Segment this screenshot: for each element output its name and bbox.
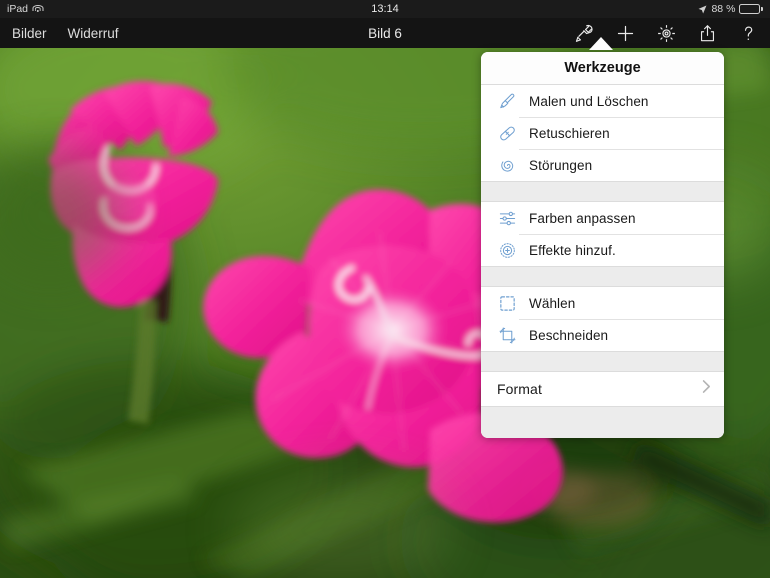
plus-icon bbox=[617, 25, 633, 41]
tools-popover: Werkzeuge Malen und Löschen Retuschieren… bbox=[481, 52, 724, 438]
marquee-select-icon bbox=[495, 291, 519, 315]
question-mark-icon bbox=[744, 26, 752, 40]
battery-percent-label: 88 % bbox=[711, 3, 736, 15]
battery-icon bbox=[739, 4, 763, 14]
settings-button[interactable] bbox=[652, 19, 680, 47]
menu-item-label: Retuschieren bbox=[529, 125, 610, 141]
status-bar-clock: 13:14 bbox=[371, 3, 399, 15]
popover-footer bbox=[481, 406, 724, 438]
popover-title: Werkzeuge bbox=[481, 52, 724, 84]
popover-group-format: Format bbox=[481, 372, 724, 406]
popover-group-selection: Wählen Beschneiden bbox=[481, 287, 724, 351]
status-bar: iPad 13:14 88 % bbox=[0, 0, 770, 18]
help-button[interactable] bbox=[734, 19, 762, 47]
menu-item-retouch[interactable]: Retuschieren bbox=[481, 117, 724, 149]
sliders-icon bbox=[495, 206, 519, 230]
menu-item-label: Wählen bbox=[529, 295, 576, 311]
share-button[interactable] bbox=[693, 19, 721, 47]
status-bar-right: 88 % bbox=[698, 3, 763, 15]
menu-item-distortions[interactable]: Störungen bbox=[481, 149, 724, 181]
menu-item-label: Beschneiden bbox=[529, 327, 609, 343]
menu-item-add-effects[interactable]: Effekte hinzuf. bbox=[481, 234, 724, 266]
menu-item-adjust-colors[interactable]: Farben anpassen bbox=[481, 202, 724, 234]
menu-item-crop[interactable]: Beschneiden bbox=[481, 319, 724, 351]
chevron-right-icon bbox=[702, 380, 711, 399]
popover-group-edit: Malen und Löschen Retuschieren Störungen bbox=[481, 85, 724, 181]
popover-group-adjust: Farben anpassen Effekte hinzuf. bbox=[481, 202, 724, 266]
share-icon bbox=[700, 24, 714, 41]
menu-item-label: Störungen bbox=[529, 157, 593, 173]
menu-item-label: Effekte hinzuf. bbox=[529, 242, 616, 258]
popover-group-separator bbox=[481, 266, 724, 287]
ipad-photo-editor-screen: iPad 13:14 88 % Bilder Widerruf Bild 6 W… bbox=[0, 0, 770, 578]
menu-item-label: Malen und Löschen bbox=[529, 93, 649, 109]
popover-group-separator bbox=[481, 351, 724, 372]
menu-item-label: Farben anpassen bbox=[529, 210, 636, 226]
paintbrush-icon bbox=[495, 89, 519, 113]
add-button[interactable] bbox=[611, 19, 639, 47]
crop-icon bbox=[495, 323, 519, 347]
popover-arrow bbox=[589, 37, 613, 50]
spiral-icon bbox=[495, 153, 519, 177]
navigation-bar: Bilder Widerruf Bild 6 bbox=[0, 18, 770, 48]
effects-circle-icon bbox=[495, 238, 519, 262]
menu-item-select[interactable]: Wählen bbox=[481, 287, 724, 319]
bandage-icon bbox=[495, 121, 519, 145]
location-arrow-icon bbox=[699, 5, 707, 13]
menu-item-format[interactable]: Format bbox=[481, 372, 724, 406]
menu-item-paint-and-erase[interactable]: Malen und Löschen bbox=[481, 85, 724, 117]
menu-item-label: Format bbox=[497, 381, 542, 397]
popover-group-separator bbox=[481, 181, 724, 202]
gear-icon bbox=[657, 24, 675, 42]
photo-bokeh-3 bbox=[230, 470, 450, 578]
